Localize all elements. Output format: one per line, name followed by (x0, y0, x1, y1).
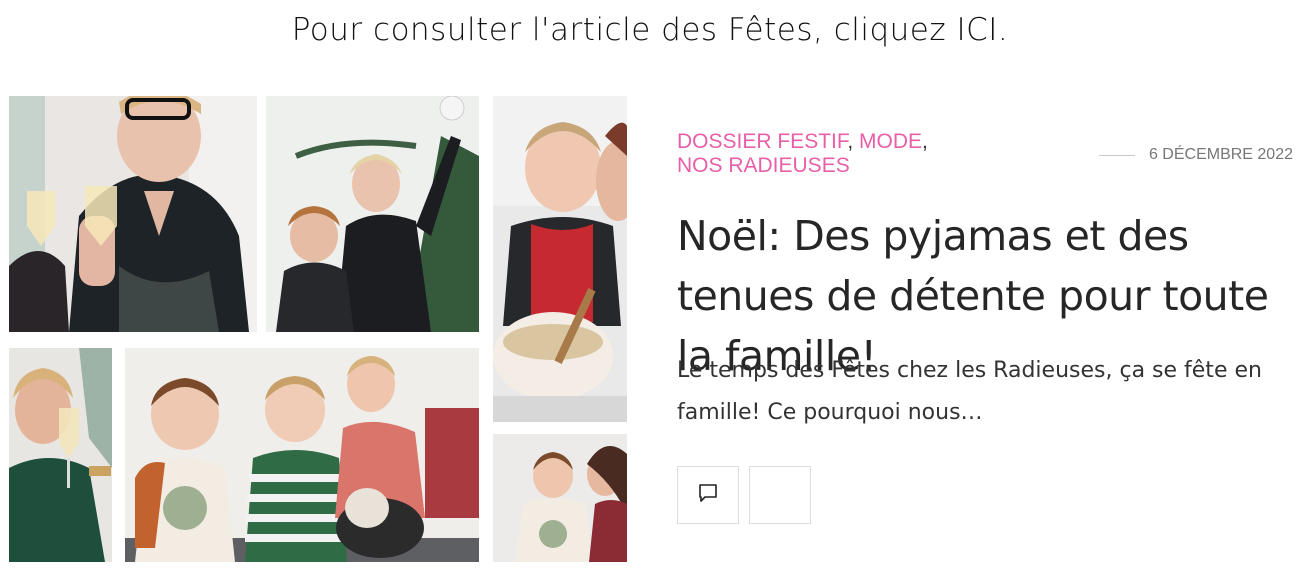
collage-photo-baking[interactable] (493, 96, 627, 422)
date-divider (1098, 154, 1135, 156)
date-area: 6 DÉCEMBRE 2022 (1098, 146, 1293, 164)
category-link-dossier-festif[interactable]: DOSSIER FESTIF (677, 130, 847, 153)
category-separator: , (847, 130, 854, 153)
collage-photo-toast[interactable] (9, 96, 257, 332)
article-excerpt: Le temps des Fêtes chez les Radieuses, ç… (677, 358, 1262, 425)
category-link-mode[interactable]: MODE (859, 130, 922, 153)
collage-photo-tree[interactable] (266, 96, 479, 332)
collage-photo-green-dress[interactable] (9, 348, 112, 562)
collage-photo-family[interactable] (493, 434, 627, 562)
category-link-nos-radieuses[interactable]: NOS RADIEUSES (677, 154, 850, 177)
article-meta: DOSSIER FESTIF, MODE, NOS RADIEUSES 6 DÉ… (677, 130, 1293, 180)
collage-photo-kids-pajamas[interactable] (125, 348, 479, 562)
holiday-article-link[interactable]: Pour consulter l'article des Fêtes, cliq… (0, 12, 1300, 48)
category-separator: , (922, 130, 928, 153)
publish-date: 6 DÉCEMBRE 2022 (1148, 146, 1293, 163)
photo-collage (9, 96, 627, 562)
comment-icon (697, 482, 719, 508)
category-list: DOSSIER FESTIF, MODE, NOS RADIEUSES (677, 130, 967, 178)
comment-button[interactable] (677, 466, 739, 524)
secondary-action-button[interactable] (749, 466, 811, 524)
